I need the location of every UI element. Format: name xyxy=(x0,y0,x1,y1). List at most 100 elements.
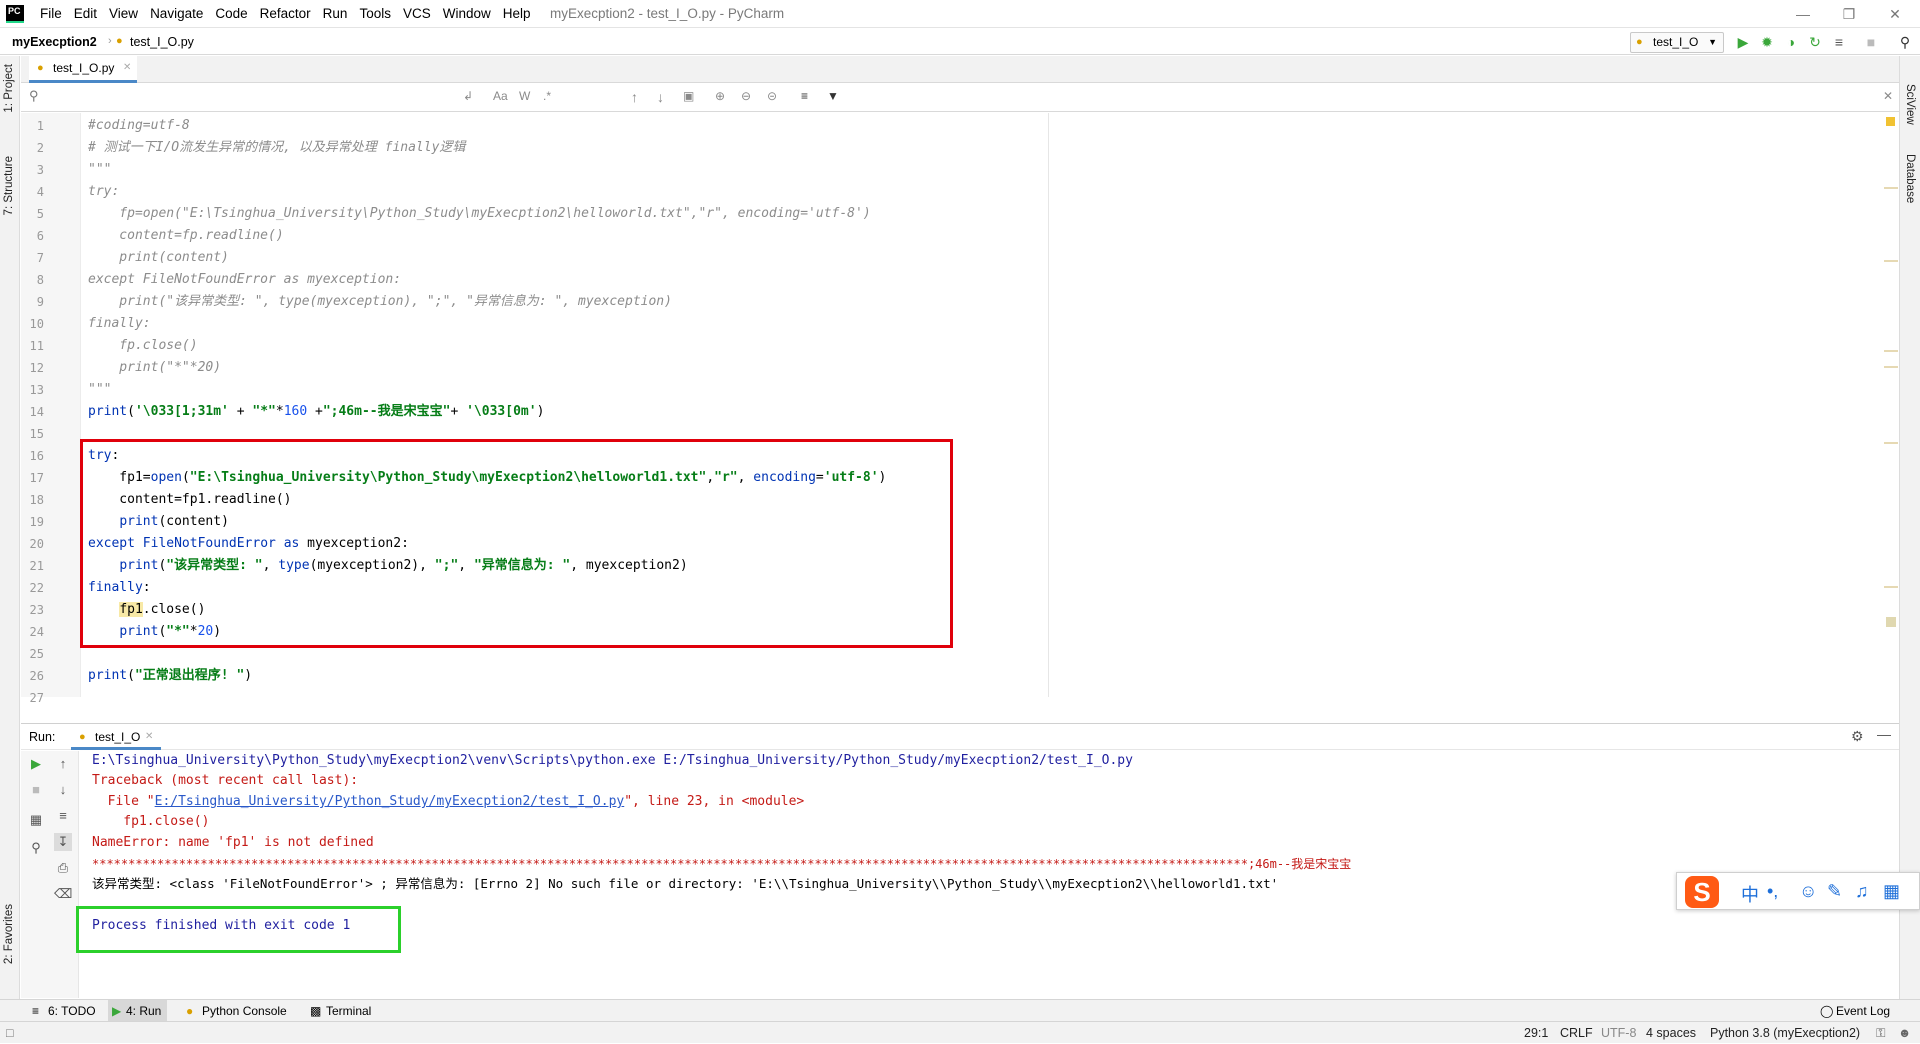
python-console-tool-button[interactable]: ● Python Console xyxy=(184,1000,287,1022)
print-icon[interactable]: ⎙ xyxy=(54,859,72,877)
editor-error-stripe[interactable] xyxy=(1880,113,1899,697)
breadcrumb-project[interactable]: myExecption2 xyxy=(12,29,97,55)
code-line[interactable]: try: xyxy=(88,181,119,203)
scroll-thumb[interactable] xyxy=(1886,617,1896,627)
menu-view[interactable]: View xyxy=(103,0,144,28)
pen-icon[interactable]: ✎ xyxy=(1827,881,1842,902)
pin-icon[interactable]: ⚲ xyxy=(27,839,45,857)
code-line[interactable]: fp=open("E:\Tsinghua_University\Python_S… xyxy=(88,203,870,225)
close-find-icon[interactable]: ✕ xyxy=(1883,89,1893,103)
rerun-icon[interactable]: ▶ xyxy=(27,755,45,773)
debug-icon[interactable]: ✹ xyxy=(1758,33,1776,51)
menu-code[interactable]: Code xyxy=(209,0,253,28)
console-output[interactable]: E:\Tsinghua_University\Python_Study\myEx… xyxy=(80,751,1898,998)
scroll-up-icon[interactable]: ↑ xyxy=(54,755,72,773)
close-tab-icon[interactable]: ✕ xyxy=(123,56,131,80)
profile-icon[interactable]: ↻ xyxy=(1806,33,1824,51)
menu-edit[interactable]: Edit xyxy=(68,0,103,28)
error-stripe-mark[interactable] xyxy=(1884,442,1898,444)
menu-tools[interactable]: Tools xyxy=(353,0,397,28)
hide-panel-icon[interactable]: — xyxy=(1877,726,1891,742)
exclude-icon[interactable]: ⊝ xyxy=(767,89,777,103)
microphone-icon[interactable]: ♫ xyxy=(1855,881,1869,902)
stop-icon[interactable]: ■ xyxy=(1862,33,1880,51)
menu-vcs[interactable]: VCS xyxy=(397,0,437,28)
code-line[interactable]: print("正常退出程序! ") xyxy=(88,665,252,687)
match-case-button[interactable]: Aa xyxy=(493,89,508,103)
search-everywhere-icon[interactable]: ⚲ xyxy=(1896,33,1914,51)
menu-window[interactable]: Window xyxy=(437,0,497,28)
coverage-icon[interactable]: ◑ xyxy=(1782,33,1800,51)
tab-test-io-py[interactable]: ● test_I_O.py ✕ xyxy=(29,56,137,83)
favorites-tool-button[interactable]: 2: Favorites xyxy=(3,904,15,964)
python-interpreter[interactable]: Python 3.8 (myExecption2) xyxy=(1710,1022,1860,1044)
code-line[interactable]: #coding=utf-8 xyxy=(88,115,190,137)
filter-options-icon[interactable]: ≡ xyxy=(801,89,808,103)
close-icon[interactable]: ✕ xyxy=(1872,0,1918,28)
file-encoding[interactable]: UTF-8 xyxy=(1601,1022,1636,1044)
inspection-icon[interactable]: ☻ xyxy=(1898,1022,1911,1044)
todo-tool-button[interactable]: ≡ 6: TODO xyxy=(30,1000,96,1022)
restore-icon[interactable]: ❐ xyxy=(1826,0,1872,28)
error-stripe-mark[interactable] xyxy=(1884,586,1898,588)
code-line[interactable]: # 测试一下I/O流发生异常的情况, 以及异常处理 finally逻辑 xyxy=(88,137,465,159)
error-stripe-mark[interactable] xyxy=(1884,187,1898,189)
code-line[interactable]: print("*"*20) xyxy=(88,357,221,379)
sciview-tool-button[interactable]: SciView xyxy=(1904,84,1916,125)
code-line[interactable]: print("该异常类型: ", type(myexception), ";",… xyxy=(88,291,672,313)
ime-punctuation-button[interactable]: •, xyxy=(1767,881,1778,902)
code-line[interactable]: print('\033[1;31m' + "*"*160 +";46m--我是宋… xyxy=(88,401,544,423)
code-line[interactable]: """ xyxy=(88,159,111,181)
line-ending[interactable]: CRLF xyxy=(1560,1022,1593,1044)
sogou-logo-icon[interactable]: S xyxy=(1685,876,1719,908)
whole-words-button[interactable]: W xyxy=(519,89,530,103)
database-tool-button[interactable]: Database xyxy=(1904,154,1916,203)
run-configuration-select[interactable]: ● test_I_O ▼ xyxy=(1630,32,1724,53)
add-selection-icon[interactable]: ⊕ xyxy=(715,89,725,103)
ime-mode-button[interactable]: 中 xyxy=(1741,881,1759,907)
code-line[interactable]: except FileNotFoundError as myexception: xyxy=(88,269,401,291)
caret-position[interactable]: 29:1 xyxy=(1524,1022,1548,1044)
code-line[interactable]: fp.close() xyxy=(88,335,197,357)
emoji-icon[interactable]: ☺ xyxy=(1799,881,1817,902)
indent-setting[interactable]: 4 spaces xyxy=(1646,1022,1696,1044)
error-stripe-mark[interactable] xyxy=(1884,260,1898,262)
concurrency-icon[interactable]: ≡ xyxy=(1830,33,1848,51)
search-history-icon[interactable]: ↲ xyxy=(463,89,473,103)
run-tool-button[interactable]: ▶ 4: Run xyxy=(108,1000,168,1022)
code-line[interactable]: """ xyxy=(88,379,111,401)
next-occurrence-icon[interactable]: ↓ xyxy=(657,89,664,105)
scroll-down-icon[interactable]: ↓ xyxy=(54,781,72,799)
close-tab-icon[interactable]: ✕ xyxy=(145,724,153,750)
soft-wrap-icon[interactable]: ≡ xyxy=(54,807,72,825)
structure-tool-button[interactable]: 7: Structure xyxy=(3,156,15,215)
stop-icon[interactable]: ■ xyxy=(27,781,45,799)
gear-icon[interactable]: ⚙ xyxy=(1851,728,1864,745)
select-all-occurrences-icon[interactable]: ▣ xyxy=(683,89,694,103)
remove-selection-icon[interactable]: ⊖ xyxy=(741,89,751,103)
menu-navigate[interactable]: Navigate xyxy=(144,0,209,28)
scroll-to-end-icon[interactable]: ↧ xyxy=(54,833,72,851)
error-stripe-mark[interactable] xyxy=(1884,366,1898,368)
menu-run[interactable]: Run xyxy=(317,0,354,28)
lock-icon[interactable]: ⚿ xyxy=(1876,1022,1886,1044)
status-square-icon[interactable]: □ xyxy=(6,1022,14,1044)
search-input[interactable] xyxy=(29,88,469,108)
menu-help[interactable]: Help xyxy=(497,0,537,28)
filter-icon[interactable]: ▼ xyxy=(827,89,839,103)
minimize-icon[interactable]: — xyxy=(1780,0,1826,28)
console-file-link[interactable]: E:/Tsinghua_University/Python_Study/myEx… xyxy=(155,794,625,809)
code-line[interactable]: finally: xyxy=(88,313,151,335)
toolbox-icon[interactable]: ▦ xyxy=(1883,881,1900,902)
run-tab-test-io[interactable]: ● test_I_O ✕ xyxy=(71,724,161,750)
trash-icon[interactable]: ⌫ xyxy=(54,885,72,903)
previous-occurrence-icon[interactable]: ↑ xyxy=(631,89,638,105)
warning-indicator-icon[interactable] xyxy=(1886,117,1895,126)
code-line[interactable]: print(content) xyxy=(88,247,229,269)
regex-button[interactable]: .* xyxy=(543,89,551,103)
menu-file[interactable]: File xyxy=(34,0,68,28)
error-stripe-mark[interactable] xyxy=(1884,350,1898,352)
run-icon[interactable]: ▶ xyxy=(1734,33,1752,51)
event-log-button[interactable]: ◯ Event Log xyxy=(1818,1000,1890,1022)
restore-layout-icon[interactable]: ▦ xyxy=(27,811,45,829)
